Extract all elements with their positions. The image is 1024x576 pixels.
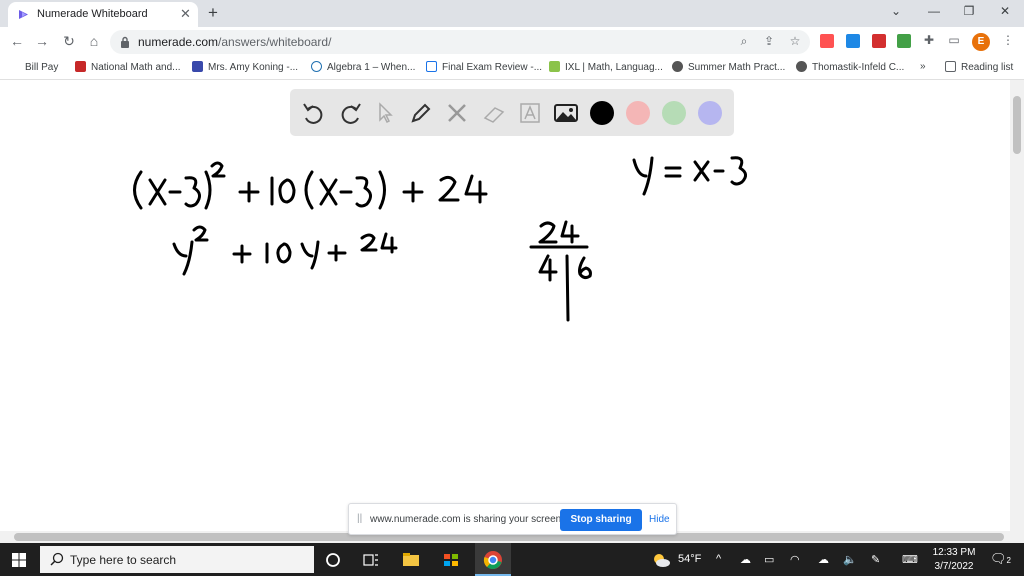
extensions-puzzle-icon[interactable]: ✚ — [921, 33, 937, 47]
handwritten-expression-2 — [172, 225, 398, 276]
new-tab-button[interactable]: + — [208, 3, 218, 23]
windows-start-icon[interactable] — [12, 553, 26, 567]
whiteboard-canvas[interactable] — [0, 80, 1010, 531]
color-pink-swatch[interactable] — [626, 101, 650, 125]
browser-tab[interactable]: Numerade Whiteboard ✕ — [8, 2, 198, 27]
back-icon[interactable]: ← — [8, 33, 26, 49]
restore-window-icon[interactable]: ❐ — [959, 4, 979, 18]
chrome-taskbar-button[interactable] — [475, 543, 511, 576]
windows-taskbar: Type here to search 54°F ^ ☁ ▭ ◠ ☁ 🔈 ✎ ⌨… — [0, 543, 1024, 576]
whiteboard-toolbar — [290, 89, 734, 136]
text-icon[interactable] — [515, 98, 545, 128]
window-minimize-icon[interactable]: — — [924, 4, 944, 18]
task-view-icon[interactable] — [361, 550, 381, 570]
address-bar[interactable]: numerade.com/answers/whiteboard/ ⌕ ⇪ ☆ — [110, 30, 810, 54]
home-icon[interactable]: ⌂ — [85, 33, 103, 49]
eraser-icon[interactable] — [479, 98, 509, 128]
onedrive-icon[interactable]: ☁ — [740, 553, 751, 566]
image-icon[interactable] — [551, 98, 581, 128]
apps-icon — [12, 61, 20, 72]
volume-icon[interactable]: 🔈 — [843, 553, 857, 566]
cast-icon[interactable]: ▭ — [946, 33, 962, 47]
drag-handle-icon[interactable]: || — [357, 513, 362, 524]
color-green-swatch[interactable] — [662, 101, 686, 125]
bookmark-item[interactable]: Algebra 1 – When... — [311, 61, 415, 73]
handwritten-factor-table — [529, 220, 592, 322]
chevron-up-icon[interactable]: ^ — [716, 553, 721, 565]
browser-title-bar: Numerade Whiteboard ✕ + ⌄ — ❐ ✕ — [0, 0, 1024, 27]
undo-icon[interactable] — [299, 98, 329, 128]
pdf-extension-icon[interactable] — [872, 34, 886, 48]
handwriting-layer — [133, 156, 747, 322]
wifi-icon[interactable]: ◠ — [790, 553, 800, 566]
bookmark-item[interactable]: Thomastik-Infeld C... — [796, 61, 904, 73]
close-tab-icon[interactable]: ✕ — [180, 6, 191, 22]
minimize-icon[interactable]: ⌄ — [886, 4, 906, 18]
extension-icon-1[interactable] — [820, 34, 834, 48]
extension-icon-4[interactable] — [897, 34, 911, 48]
page-icon — [426, 61, 437, 72]
close-window-icon[interactable]: ✕ — [995, 4, 1015, 18]
lock-icon — [121, 36, 129, 48]
hide-button[interactable]: Hide — [649, 514, 670, 525]
bookmark-item[interactable]: IXL | Math, Languag... — [549, 61, 663, 73]
menu-icon[interactable]: ⋮ — [1000, 33, 1016, 47]
vertical-scrollbar[interactable] — [1010, 80, 1024, 531]
ixl-icon — [549, 61, 560, 72]
bookmark-item[interactable]: Summer Math Pract... — [672, 61, 785, 73]
notification-icon[interactable]: 🗨2 — [990, 551, 1011, 567]
vertical-scroll-thumb[interactable] — [1013, 96, 1021, 154]
taskbar-search-box[interactable]: Type here to search — [40, 546, 314, 573]
stop-sharing-button[interactable]: Stop sharing — [560, 509, 642, 531]
bookmark-item[interactable]: Mrs. Amy Koning -... — [192, 61, 298, 73]
scissors-icon — [75, 61, 86, 72]
keyboard-icon[interactable]: ⌨ — [902, 553, 918, 566]
extension-icon-2[interactable] — [846, 34, 860, 48]
wordpress-icon — [311, 61, 322, 72]
reading-list-icon — [945, 61, 956, 72]
cortana-icon[interactable] — [323, 550, 343, 570]
browser-toolbar: ← → ↻ ⌂ numerade.com/answers/whiteboard/… — [0, 27, 1024, 57]
color-purple-swatch[interactable] — [698, 101, 722, 125]
screen-share-bar: || www.numerade.com is sharing your scre… — [348, 503, 677, 535]
reload-icon[interactable]: ↻ — [60, 33, 78, 50]
search-placeholder: Type here to search — [70, 553, 177, 567]
tab-title: Numerade Whiteboard — [37, 8, 148, 20]
bookmark-item[interactable]: National Math and... — [75, 61, 181, 73]
tools-icon[interactable] — [442, 98, 472, 128]
profile-avatar[interactable]: E — [972, 33, 990, 51]
globe-icon — [796, 61, 807, 72]
zoom-icon[interactable]: ⌕ — [736, 34, 752, 49]
handwritten-substitution — [632, 156, 747, 196]
bookmarks-bar: Bill Pay National Math and... Mrs. Amy K… — [0, 57, 1024, 80]
cloud-icon[interactable]: ☁ — [818, 553, 829, 566]
share-message: www.numerade.com is sharing your screen. — [370, 514, 564, 525]
url-text: numerade.com/answers/whiteboard/ — [138, 35, 332, 49]
bookmarks-overflow[interactable]: » — [920, 61, 926, 72]
weather-icon[interactable] — [651, 550, 671, 570]
share-icon[interactable]: ⇪ — [761, 34, 777, 48]
clock-date[interactable]: 3/7/2022 — [932, 561, 976, 572]
color-black-swatch[interactable] — [590, 101, 614, 125]
search-icon — [50, 552, 64, 566]
reading-list[interactable]: Reading list — [945, 61, 1013, 73]
numerade-logo-icon — [19, 10, 28, 19]
weather-temperature[interactable]: 54°F — [678, 553, 701, 565]
file-explorer-icon[interactable] — [401, 550, 421, 570]
bookmark-item[interactable]: Bill Pay — [12, 61, 58, 73]
calendar-icon — [192, 61, 203, 72]
redo-icon[interactable] — [335, 98, 365, 128]
forward-icon[interactable]: → — [33, 33, 51, 49]
chrome-icon — [483, 551, 502, 570]
pen-icon[interactable] — [406, 98, 436, 128]
bookmark-star-icon[interactable]: ☆ — [787, 34, 803, 48]
pen-workspace-icon[interactable]: ✎ — [871, 553, 880, 566]
handwritten-expression-1 — [133, 161, 488, 210]
clock-time[interactable]: 12:33 PM — [932, 547, 976, 558]
microsoft-store-icon[interactable] — [441, 550, 461, 570]
network-icon[interactable]: ▭ — [764, 553, 774, 566]
globe-icon — [672, 61, 683, 72]
pointer-icon[interactable] — [370, 98, 400, 128]
bookmark-item[interactable]: Final Exam Review -... — [426, 61, 542, 73]
